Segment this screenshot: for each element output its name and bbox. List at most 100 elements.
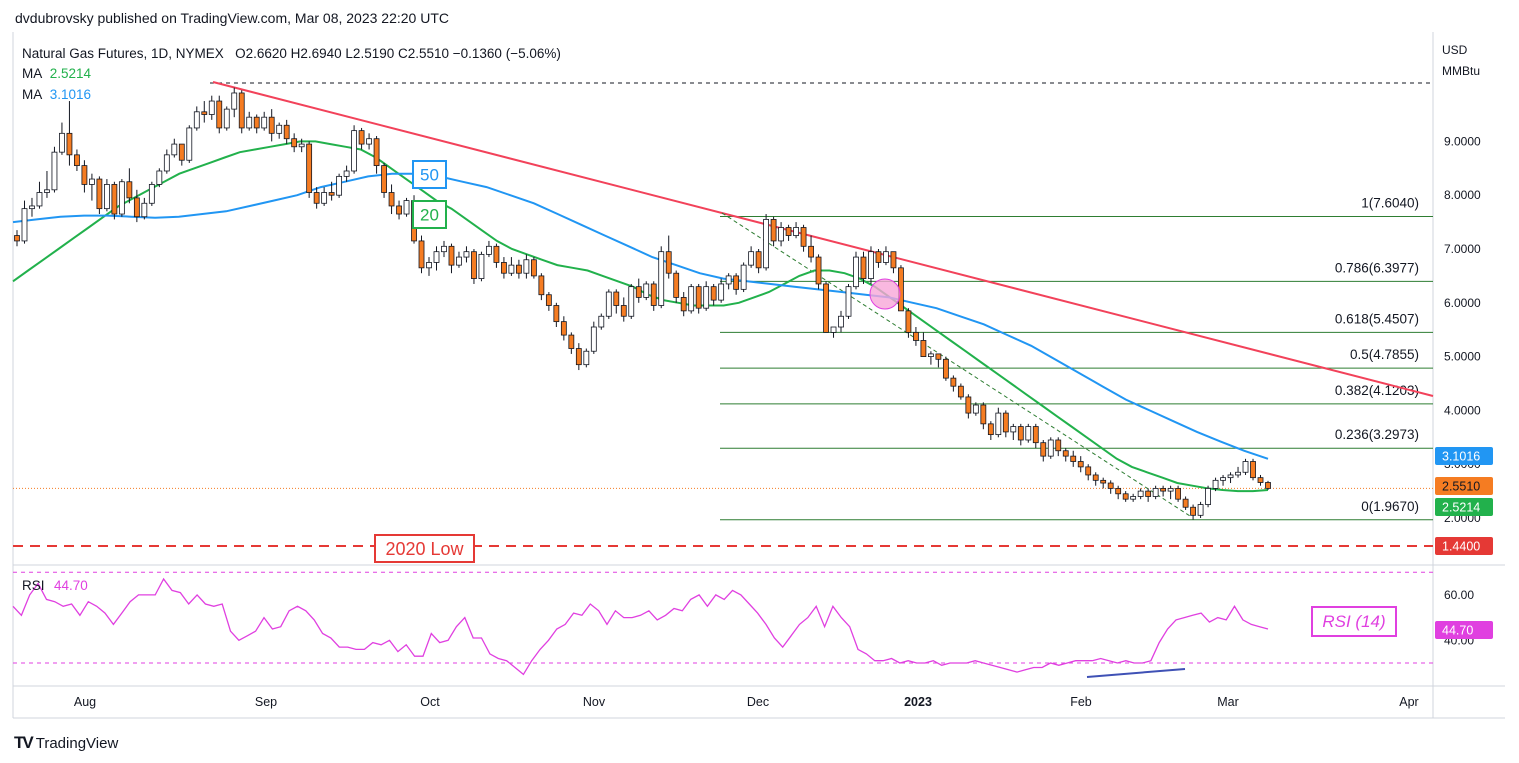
candle[interactable] [403, 197, 410, 217]
candle[interactable] [1160, 485, 1167, 497]
candle[interactable] [920, 332, 927, 357]
candle[interactable] [1115, 485, 1122, 500]
candle[interactable] [590, 321, 597, 354]
candle[interactable] [785, 224, 792, 241]
candle[interactable] [1235, 466, 1241, 478]
candle[interactable] [306, 141, 313, 198]
candle[interactable] [748, 246, 755, 268]
candle[interactable] [471, 249, 477, 284]
candle[interactable] [1040, 439, 1047, 462]
candle[interactable] [216, 95, 223, 134]
candle[interactable] [800, 224, 807, 252]
candle[interactable] [1190, 504, 1196, 520]
candle[interactable] [1250, 458, 1256, 481]
candle[interactable] [96, 176, 103, 215]
candle[interactable] [793, 222, 799, 239]
candle[interactable] [36, 181, 43, 209]
tradingview-brand[interactable]: TV TradingView [14, 733, 118, 753]
candle[interactable] [478, 251, 485, 282]
candle[interactable] [231, 87, 238, 118]
candle[interactable] [658, 246, 665, 309]
candle[interactable] [1122, 491, 1129, 502]
candle[interactable] [1010, 423, 1017, 440]
candle[interactable] [44, 170, 50, 198]
candle[interactable] [103, 179, 110, 212]
candle[interactable] [1265, 480, 1271, 491]
candle[interactable] [778, 222, 784, 247]
candle[interactable] [703, 281, 710, 311]
candle[interactable] [755, 249, 762, 274]
candle[interactable] [74, 149, 80, 171]
candle[interactable] [620, 297, 627, 322]
candle[interactable] [493, 243, 500, 268]
candle[interactable] [965, 394, 972, 419]
candle[interactable] [276, 122, 283, 139]
candle[interactable] [845, 283, 852, 319]
candle[interactable] [1205, 485, 1211, 508]
candle[interactable] [883, 246, 889, 266]
candle[interactable] [913, 327, 919, 346]
candle[interactable] [21, 200, 28, 244]
candle[interactable] [928, 351, 934, 365]
legend-ma50-row[interactable]: MA 3.1016 [22, 87, 91, 102]
candle[interactable] [830, 326, 837, 338]
candle[interactable] [583, 348, 590, 368]
candle[interactable] [568, 332, 575, 354]
candle[interactable] [1242, 458, 1249, 475]
candle[interactable] [1107, 480, 1114, 494]
candle[interactable] [680, 292, 687, 317]
candle[interactable] [942, 356, 949, 381]
candle[interactable] [283, 119, 290, 145]
candle[interactable] [673, 270, 680, 303]
candle[interactable] [718, 278, 725, 303]
candle[interactable] [695, 283, 702, 314]
candle[interactable] [186, 125, 193, 163]
candle[interactable] [1077, 456, 1084, 473]
candle[interactable] [508, 257, 515, 276]
candle[interactable] [733, 273, 740, 295]
candle[interactable] [313, 187, 320, 209]
candle[interactable] [1062, 448, 1069, 462]
candle[interactable] [268, 109, 275, 142]
candle[interactable] [1167, 485, 1174, 500]
candle[interactable] [51, 146, 58, 193]
candle[interactable] [1257, 474, 1264, 486]
candle[interactable] [89, 173, 95, 201]
candle[interactable] [853, 251, 859, 290]
candle[interactable] [1145, 488, 1152, 502]
candle[interactable] [381, 162, 387, 198]
candle[interactable] [688, 283, 695, 314]
candle[interactable] [163, 149, 170, 174]
candle[interactable] [1032, 423, 1039, 449]
candle[interactable] [1197, 501, 1204, 518]
candle[interactable] [770, 216, 777, 247]
candle[interactable] [890, 251, 897, 274]
candle[interactable] [1055, 437, 1062, 457]
candle[interactable] [396, 200, 402, 220]
candle[interactable] [501, 257, 507, 279]
candle[interactable] [823, 281, 829, 333]
candle[interactable] [868, 246, 874, 284]
candle[interactable] [950, 375, 957, 392]
candle[interactable] [373, 136, 380, 174]
candle[interactable] [740, 262, 747, 293]
candle[interactable] [635, 278, 642, 303]
candle[interactable] [650, 281, 657, 311]
candle[interactable] [81, 160, 88, 193]
candle[interactable] [665, 235, 672, 279]
candle[interactable] [1175, 485, 1182, 502]
candle[interactable] [1070, 450, 1077, 467]
candle[interactable] [725, 273, 732, 290]
candle[interactable] [935, 353, 942, 368]
candle[interactable] [238, 90, 245, 134]
candle[interactable] [343, 165, 350, 182]
candle[interactable] [433, 246, 440, 271]
candle[interactable] [1085, 464, 1092, 481]
candle[interactable] [253, 114, 260, 134]
candle[interactable] [29, 197, 35, 217]
price-chart[interactable]: 1(7.6040) 0.786(6.3977) 0.618(5.4507) 0.5(4… [0, 0, 1519, 763]
candle[interactable] [201, 101, 208, 123]
candle[interactable] [980, 402, 987, 430]
candle[interactable] [118, 179, 125, 217]
candle[interactable] [1220, 474, 1226, 486]
